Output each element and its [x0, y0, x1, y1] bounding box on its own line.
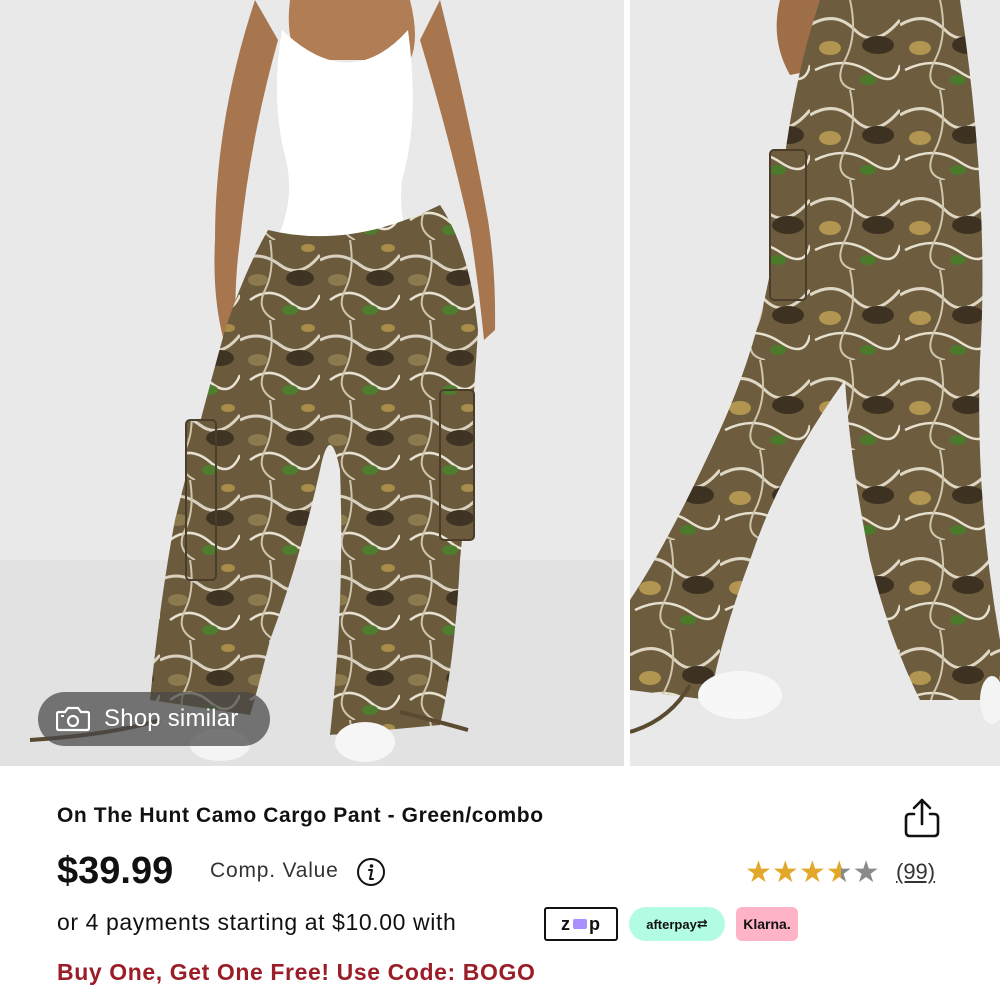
rating-stars[interactable]: ★ ★ ★ ★ ★ [745, 858, 880, 888]
review-count-link[interactable]: (99) [896, 859, 935, 885]
model-front-illustration [0, 0, 624, 766]
klarna-badge[interactable]: Klarna. [736, 907, 798, 941]
afterpay-arrow-icon: ⇄ [696, 916, 708, 931]
installments-text: or 4 payments starting at $10.00 with [57, 909, 457, 935]
afterpay-badge[interactable]: afterpay ⇄ [629, 907, 725, 941]
comp-value-label: Comp. Value [210, 859, 339, 882]
product-photo-side[interactable] [630, 0, 1000, 766]
camera-icon [56, 706, 90, 732]
star-empty-icon: ★ [852, 856, 880, 889]
promo-text: Buy One, Get One Free! Use Code: BOGO [57, 959, 536, 985]
afterpay-label: afterpay [646, 916, 697, 932]
zip-badge[interactable]: zp [544, 907, 618, 941]
star-icon: ★ [745, 856, 772, 889]
shop-similar-button[interactable]: Shop similar [38, 692, 270, 746]
star-half-icon: ★ [825, 856, 853, 889]
product-image-gallery[interactable]: Shop similar [0, 0, 1000, 766]
product-photo-front[interactable] [0, 0, 624, 766]
info-icon[interactable] [356, 857, 386, 887]
klarna-label: Klarna. [743, 916, 791, 932]
shop-similar-label: Shop similar [104, 705, 239, 732]
product-info: On The Hunt Camo Cargo Pant - Green/comb… [0, 766, 1000, 1000]
share-button[interactable] [900, 796, 944, 840]
product-price: $39.99 [57, 850, 174, 892]
zip-logo-mark [573, 919, 587, 929]
star-icon: ★ [771, 856, 799, 889]
product-title: On The Hunt Camo Cargo Pant - Green/comb… [57, 804, 544, 827]
share-icon [904, 798, 940, 838]
star-icon: ★ [798, 856, 826, 889]
model-side-illustration [630, 0, 1000, 766]
